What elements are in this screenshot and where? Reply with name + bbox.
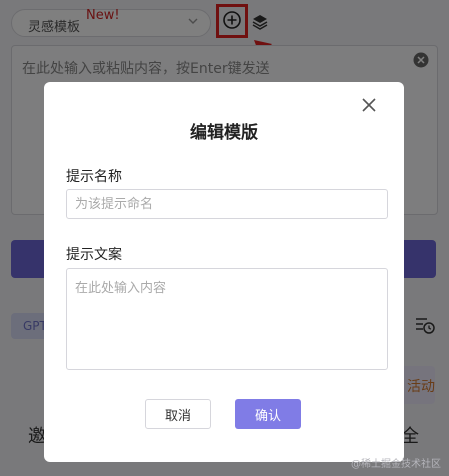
cancel-button[interactable]: 取消	[145, 399, 211, 429]
watermark: @稀土掘金技术社区	[351, 459, 441, 470]
dialog-title: 编辑模版	[190, 123, 258, 143]
prompt-copy-textarea[interactable]	[66, 268, 388, 370]
prompt-name-input[interactable]	[66, 189, 388, 219]
close-icon[interactable]	[360, 96, 378, 114]
prompt-copy-label: 提示文案	[66, 247, 122, 263]
edit-template-dialog: 编辑模版 提示名称 提示文案 取消 确认	[44, 82, 404, 462]
prompt-name-label: 提示名称	[66, 169, 122, 185]
confirm-button[interactable]: 确认	[235, 399, 301, 429]
